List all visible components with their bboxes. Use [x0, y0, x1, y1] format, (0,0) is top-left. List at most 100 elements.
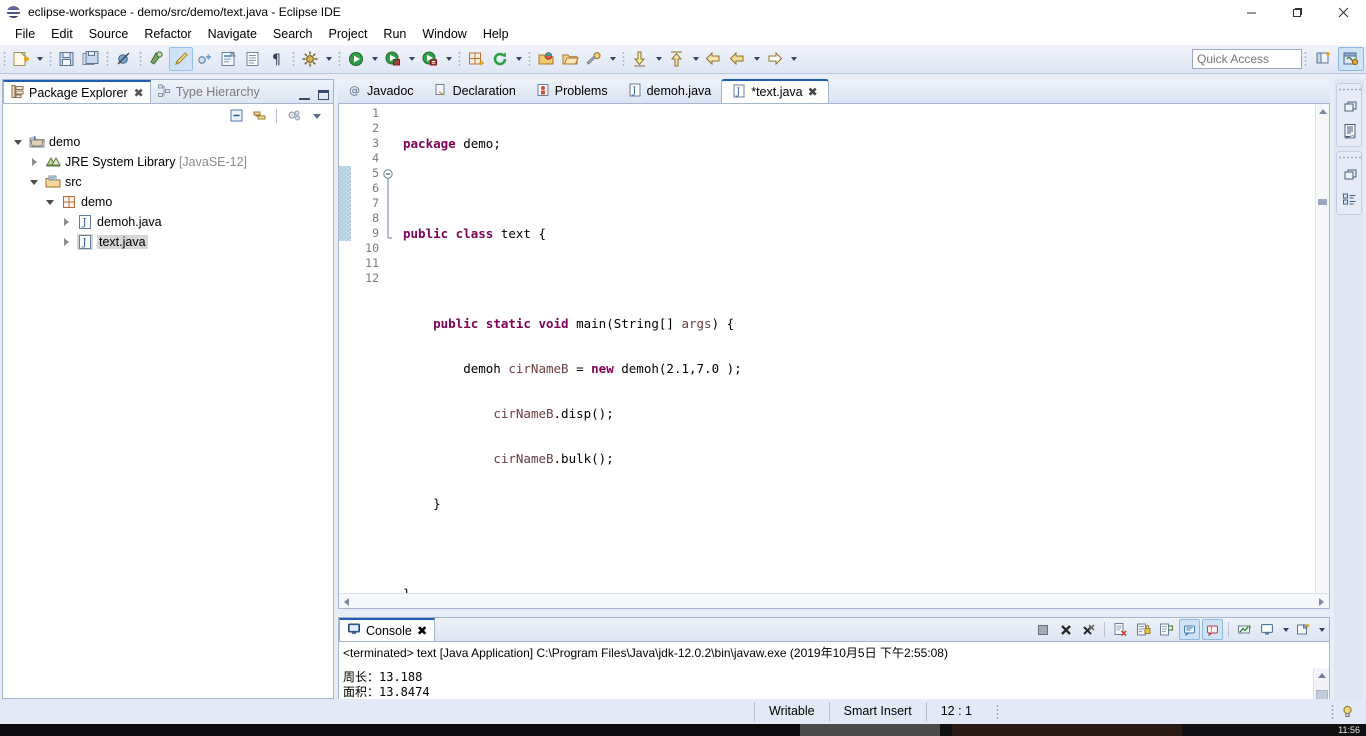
close-icon[interactable]: ✖	[134, 86, 144, 100]
status-grip[interactable]	[995, 703, 1001, 720]
menu-refactor[interactable]: Refactor	[136, 25, 199, 44]
show-console-on-error-icon[interactable]: !	[1202, 619, 1223, 640]
back-dropdown-arrow[interactable]	[750, 47, 763, 71]
previous-annotation-icon[interactable]	[665, 47, 689, 71]
toggle-highlight-icon[interactable]	[169, 47, 193, 71]
tab-type-hierarchy[interactable]: Type Hierarchy	[151, 80, 266, 103]
perspective-grip[interactable]	[1303, 50, 1308, 68]
open-type-search-icon[interactable]	[558, 47, 582, 71]
open-console-dropdown-arrow[interactable]	[1316, 619, 1327, 640]
javadoc-view-icon[interactable]	[1337, 119, 1363, 143]
toolbar-grip-6[interactable]	[337, 50, 342, 68]
fast-view-grip[interactable]	[1337, 86, 1361, 93]
scroll-left-arrow-icon[interactable]	[344, 598, 349, 606]
scroll-lock-icon[interactable]	[1133, 619, 1154, 640]
menu-navigate[interactable]: Navigate	[200, 25, 265, 44]
twisty-down-icon[interactable]	[43, 192, 57, 212]
menu-search[interactable]: Search	[265, 25, 321, 44]
refresh-dropdown-arrow[interactable]	[512, 47, 525, 71]
menu-run[interactable]: Run	[375, 25, 414, 44]
clear-console-icon[interactable]	[1110, 619, 1131, 640]
new-wizard-icon[interactable]	[9, 47, 33, 71]
external-tools-dropdown-arrow[interactable]	[442, 47, 455, 71]
display-selected-console-icon[interactable]	[1257, 619, 1278, 640]
open-task-icon[interactable]	[193, 47, 217, 71]
restore-icon[interactable]	[1337, 94, 1363, 118]
java-perspective-icon[interactable]	[1338, 47, 1364, 71]
toolbar-grip-8[interactable]	[527, 50, 532, 68]
menu-edit[interactable]: Edit	[43, 25, 81, 44]
word-wrap-icon[interactable]	[1156, 619, 1177, 640]
open-resource-icon[interactable]	[534, 47, 558, 71]
debug-dropdown-arrow[interactable]	[322, 47, 335, 71]
new-java-class-icon[interactable]	[217, 47, 241, 71]
show-whitespace-icon[interactable]: ¶	[265, 47, 289, 71]
tree-item-text-java[interactable]: J text.java	[11, 232, 333, 252]
tab-package-explorer[interactable]: Package Explorer ✖	[3, 80, 151, 103]
close-icon[interactable]: ✖	[417, 623, 427, 638]
fast-view-grip-2[interactable]	[1337, 154, 1361, 161]
twisty-right-icon[interactable]	[59, 212, 73, 232]
scroll-up-arrow-icon[interactable]	[1319, 109, 1327, 114]
coverage-dropdown-arrow[interactable]	[405, 47, 418, 71]
maximize-button[interactable]	[1274, 0, 1320, 24]
save-all-icon[interactable]	[79, 47, 103, 71]
focus-on-active-task-icon[interactable]	[284, 106, 304, 126]
toolbar-grip-9[interactable]	[621, 50, 626, 68]
pin-console-icon[interactable]	[1234, 619, 1255, 640]
refresh-icon[interactable]	[488, 47, 512, 71]
tab-console[interactable]: Console ✖	[339, 618, 436, 641]
tree-item-src[interactable]: src	[11, 172, 333, 192]
status-notification-icon[interactable]	[1336, 702, 1358, 722]
coverage-icon[interactable]	[381, 47, 405, 71]
toggle-mark-occurrences-icon[interactable]	[145, 47, 169, 71]
show-console-on-output-icon[interactable]	[1179, 619, 1200, 640]
toolbar-grip[interactable]	[2, 50, 7, 68]
close-button[interactable]	[1320, 0, 1366, 24]
open-perspective-icon[interactable]	[1311, 47, 1337, 71]
minimize-button[interactable]	[1228, 0, 1274, 24]
quick-access-input[interactable]	[1192, 49, 1302, 69]
search-icon[interactable]	[582, 47, 606, 71]
external-tools-icon[interactable]	[418, 47, 442, 71]
restore-icon[interactable]	[1337, 162, 1363, 186]
back-icon[interactable]	[702, 47, 726, 71]
toolbar-grip-4[interactable]	[138, 50, 143, 68]
display-selected-console-dropdown-arrow[interactable]	[1280, 619, 1291, 640]
forward-icon[interactable]	[763, 47, 787, 71]
scroll-right-arrow-icon[interactable]	[1319, 598, 1324, 606]
tab-problems[interactable]: Problems	[526, 79, 618, 103]
scroll-up-arrow-icon[interactable]	[1318, 673, 1326, 678]
toolbar-grip-7[interactable]	[457, 50, 462, 68]
toolbar-grip-3[interactable]	[105, 50, 110, 68]
outline-view-icon[interactable]	[1337, 187, 1363, 211]
open-type-icon[interactable]	[241, 47, 265, 71]
search-dropdown-arrow[interactable]	[606, 47, 619, 71]
twisty-right-icon[interactable]	[59, 232, 73, 252]
view-menu-icon[interactable]	[307, 106, 327, 126]
code-text[interactable]: package demo; public class text { public…	[397, 104, 1315, 608]
maximize-view-icon[interactable]	[318, 90, 329, 100]
editor-marker-ruler[interactable]	[339, 104, 351, 608]
next-annotation-icon[interactable]	[628, 47, 652, 71]
tab-text-java[interactable]: J *text.java ✖	[721, 79, 829, 103]
forward-dropdown-arrow[interactable]	[787, 47, 800, 71]
minimize-view-icon[interactable]	[299, 91, 310, 100]
remove-all-launches-icon[interactable]	[1078, 619, 1099, 640]
folding-ruler-column[interactable]	[383, 104, 397, 608]
menu-source[interactable]: Source	[81, 25, 137, 44]
remove-launch-icon[interactable]	[1055, 619, 1076, 640]
tab-declaration[interactable]: Declaration	[424, 79, 526, 103]
tab-demoh-java[interactable]: J demoh.java	[618, 79, 722, 103]
editor-vertical-scrollbar[interactable]	[1315, 104, 1329, 608]
twisty-down-icon[interactable]	[27, 172, 41, 192]
skip-all-breakpoints-icon[interactable]	[112, 47, 136, 71]
menu-file[interactable]: File	[7, 25, 43, 44]
twisty-right-icon[interactable]	[27, 152, 41, 172]
previous-annotation-dropdown-arrow[interactable]	[689, 47, 702, 71]
new-java-package-icon[interactable]	[464, 47, 488, 71]
new-wizard-dropdown-arrow[interactable]	[33, 47, 46, 71]
tree-item-demo-project[interactable]: demo	[11, 132, 333, 152]
tree-item-demoh-java[interactable]: J demoh.java	[11, 212, 333, 232]
close-icon[interactable]: ✖	[808, 85, 818, 99]
